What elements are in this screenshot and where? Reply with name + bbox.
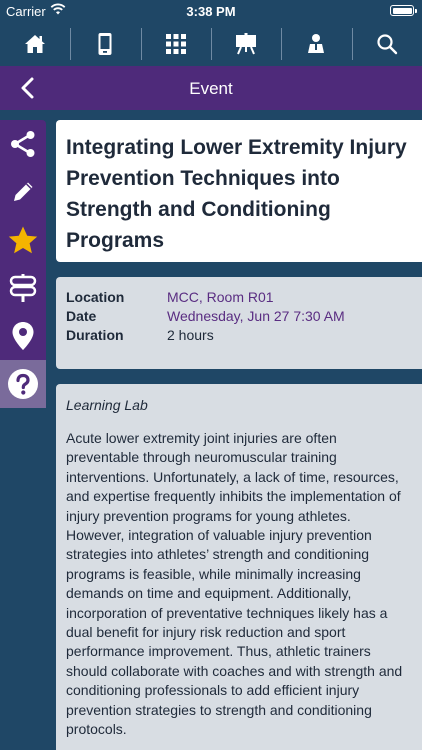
event-title-card: Integrating Lower Extremity Injury Preve… (56, 120, 422, 262)
location-label: Location (66, 289, 125, 305)
date-link[interactable]: Wednesday, Jun 27 7:30 AM (167, 307, 345, 326)
top-nav (0, 22, 422, 66)
duration-row: Duration 2 hours (66, 326, 412, 345)
signpost-icon (8, 273, 38, 303)
location-link[interactable]: MCC, Room R01 (167, 288, 274, 307)
status-time: 3:38 PM (186, 4, 236, 19)
status-bar: Carrier 3:38 PM (0, 0, 422, 22)
event-title: Integrating Lower Extremity Injury Preve… (66, 136, 407, 252)
edit-button[interactable] (0, 168, 46, 216)
battery-icon (390, 5, 417, 16)
nav-home-button[interactable] (0, 22, 70, 66)
page-title: Event (189, 79, 233, 98)
home-icon (23, 33, 47, 55)
nav-search-button[interactable] (351, 22, 422, 66)
nav-exhibitor-button[interactable] (281, 22, 351, 66)
question-icon (7, 368, 39, 400)
event-description: Acute lower extremity joint injuries are… (66, 430, 403, 738)
phone-icon (97, 32, 113, 56)
event-description-card: Learning Lab Acute lower extremity joint… (56, 384, 422, 750)
map-pin-icon (11, 321, 35, 351)
nav-phone-button[interactable] (70, 22, 140, 66)
map-button[interactable] (0, 312, 46, 360)
directions-button[interactable] (0, 264, 46, 312)
date-row: Date Wednesday, Jun 27 7:30 AM (66, 307, 412, 326)
star-icon (7, 225, 39, 255)
search-icon (376, 33, 398, 55)
share-icon (8, 129, 38, 159)
date-label: Date (66, 308, 97, 324)
top-bar: Carrier 3:38 PM (0, 0, 422, 66)
duration-label: Duration (66, 327, 124, 343)
nav-presentation-button[interactable] (210, 22, 281, 66)
duration-value: 2 hours (167, 327, 214, 343)
nav-grid-button[interactable] (140, 22, 211, 66)
event-details-card: Location MCC, Room R01 Date Wednesday, J… (56, 277, 422, 369)
pencil-icon (9, 178, 37, 206)
grid-icon (165, 33, 187, 55)
favorite-button[interactable] (0, 216, 46, 264)
location-row: Location MCC, Room R01 (66, 288, 412, 307)
help-button[interactable] (0, 360, 46, 408)
exhibitor-icon (305, 33, 327, 55)
title-bar: Event (0, 66, 422, 110)
session-type: Learning Lab (66, 397, 148, 413)
presentation-icon (234, 33, 258, 55)
share-button[interactable] (0, 120, 46, 168)
action-sidebar (0, 120, 46, 408)
